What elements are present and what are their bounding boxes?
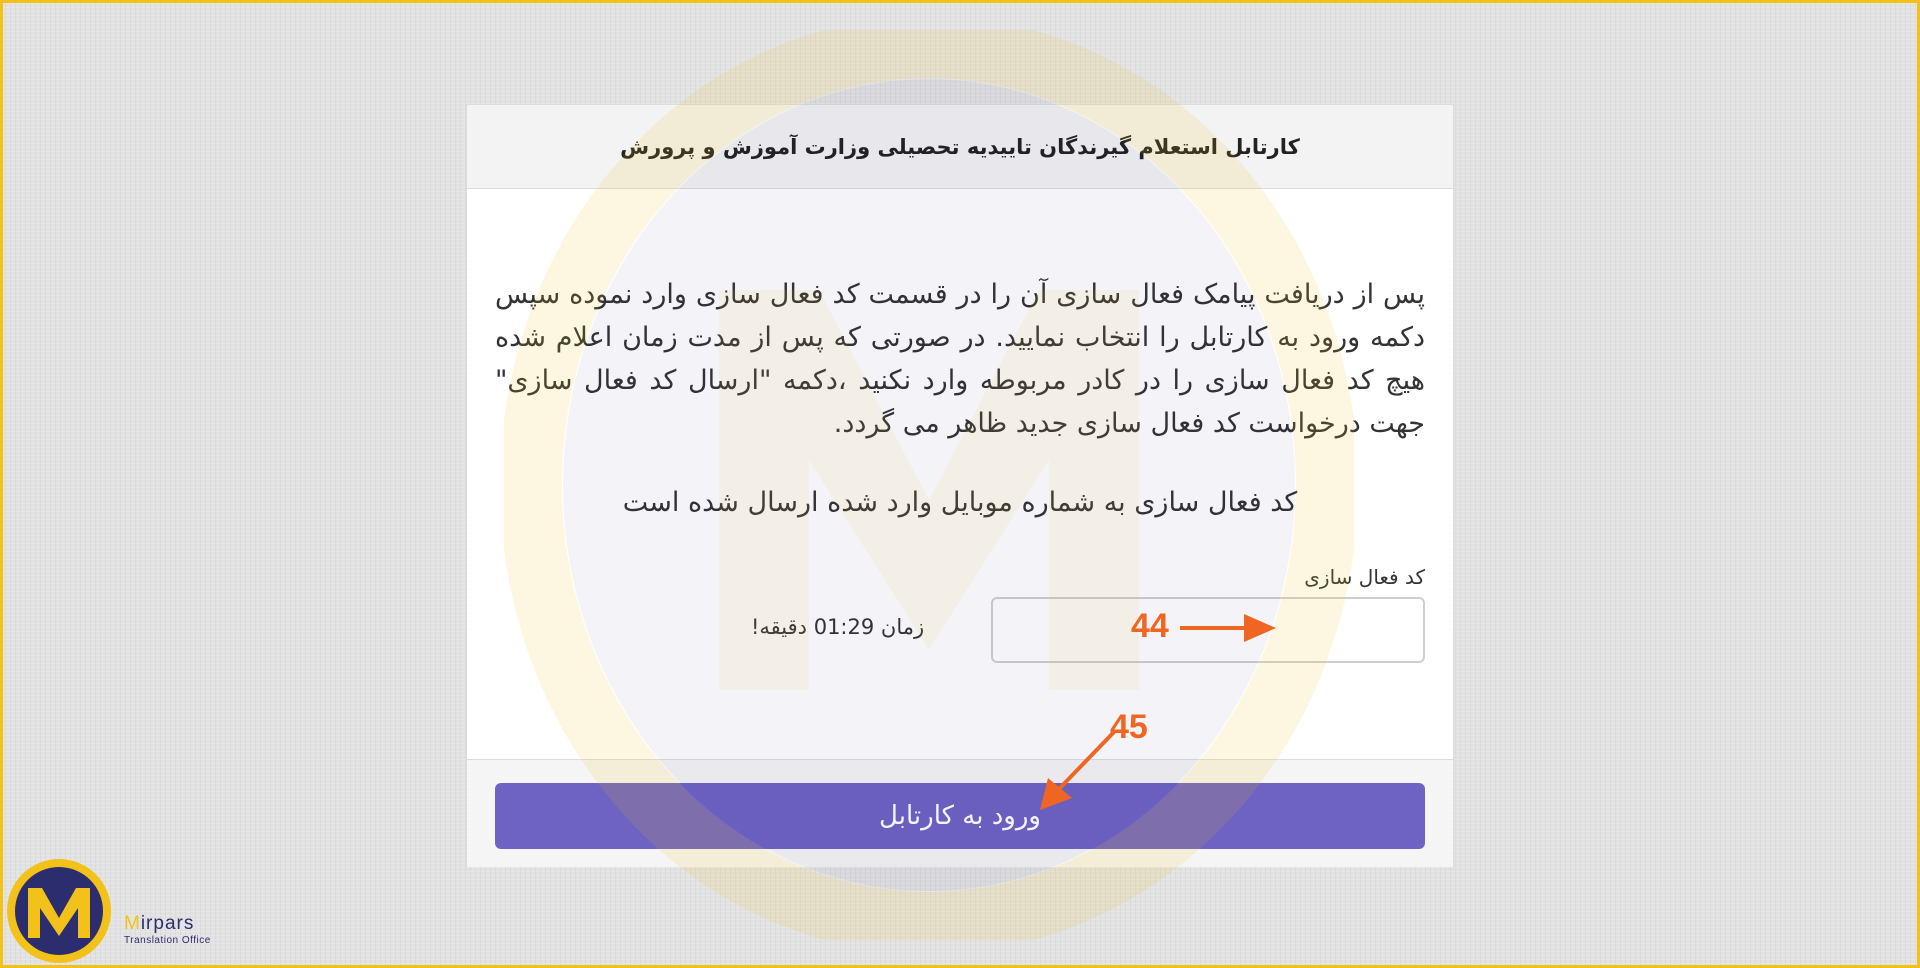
activation-code-input[interactable]	[991, 597, 1425, 663]
countdown-timer: زمان 01:29 دقیقه!	[751, 615, 925, 639]
card-header: کارتابل استعلام گیرندگان تاییدیه تحصیلی …	[467, 105, 1453, 189]
logo-subtitle: Translation Office	[124, 935, 211, 946]
mirpars-logo-icon	[7, 859, 111, 963]
sms-sent-notice: کد فعال سازی به شماره موبایل وارد شده ار…	[622, 487, 1298, 518]
logo-wordmark: Mirpars Translation Office	[124, 914, 211, 946]
activation-code-label: کد فعال سازی	[1304, 565, 1425, 589]
login-card: کارتابل استعلام گیرندگان تاییدیه تحصیلی …	[466, 104, 1454, 867]
enter-cartable-button[interactable]: ورود به کارتابل	[495, 783, 1425, 849]
callout-44-label: 44	[1131, 607, 1169, 645]
callout-45-label: 45	[1110, 708, 1148, 746]
card-footer: ورود به کارتابل	[467, 759, 1453, 867]
logo-name: Mirpars	[124, 913, 195, 934]
page-title: کارتابل استعلام گیرندگان تاییدیه تحصیلی …	[620, 134, 1300, 159]
instructions-text: پس از دریافت پیامک فعال سازی آن را در قس…	[495, 279, 1425, 439]
